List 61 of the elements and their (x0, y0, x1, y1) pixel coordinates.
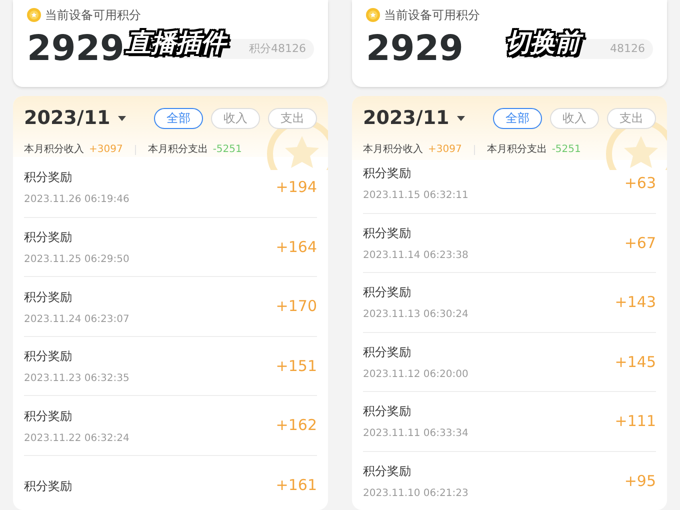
record-date: 2023.11.13 06:30:24 (363, 308, 468, 322)
filter-tab[interactable]: 全部 (493, 108, 542, 129)
record-date: 2023.11.26 06:19:46 (24, 193, 130, 206)
record-date: 2023.11.24 06:23:07 (24, 312, 130, 326)
overlay-caption: 切换前 (502, 24, 588, 62)
balance-value: 2929 (27, 29, 124, 71)
record-date: 2023.11.12 06:20:00 (363, 368, 468, 381)
expense-label: 本月积分支出 (148, 142, 208, 158)
caret-icon (118, 116, 126, 121)
record-title: 积分奖励 (24, 230, 73, 246)
record-date: 2023.11.23 06:32:35 (24, 372, 130, 386)
filter-tab[interactable]: 支出 (607, 108, 656, 129)
month-picker[interactable]: 2023/11 (24, 104, 126, 132)
income-value: +3097 (428, 143, 462, 158)
record-amount: +145 (614, 352, 656, 372)
record-amount: +164 (276, 236, 317, 258)
record-title: 积分奖励 (24, 478, 72, 494)
record-title: 积分奖励 (24, 408, 73, 424)
record-amount: +143 (614, 292, 656, 313)
record-title: 积分奖励 (363, 285, 412, 300)
record-title: 积分奖励 (24, 170, 73, 186)
record-date: 2023.11.25 06:29:50 (24, 253, 130, 266)
record-title: 积分奖励 (24, 290, 73, 305)
record-date: 2023.11.14 06:23:38 (363, 248, 468, 262)
coin-icon (366, 8, 380, 22)
record-amount: +67 (624, 232, 656, 254)
expense-label: 本月积分支出 (486, 142, 547, 158)
record-date: 2023.11.10 06:21:23 (363, 486, 468, 500)
filter-tab[interactable]: 全部 (154, 108, 203, 129)
month-picker[interactable]: 2023/11 (363, 104, 466, 132)
record-title: 积分奖励 (24, 349, 73, 364)
balance-value: 2929 (366, 28, 464, 71)
record-title: 积分奖励 (363, 464, 412, 479)
income-value: +3097 (89, 143, 123, 158)
filter-tab[interactable]: 支出 (268, 108, 317, 129)
record-title: 积分奖励 (363, 404, 412, 420)
caret-icon (457, 116, 466, 121)
record-title: 积分奖励 (363, 344, 412, 360)
filter-tab[interactable]: 收入 (211, 108, 260, 129)
record-amount: +162 (276, 415, 317, 436)
record-title: 积分奖励 (363, 166, 412, 181)
expense-value: -5251 (552, 143, 581, 158)
record-amount: +161 (276, 474, 317, 496)
record-amount: +194 (276, 176, 317, 198)
income-label: 本月积分收入 (24, 142, 84, 158)
record-amount: +151 (276, 356, 317, 377)
income-label: 本月积分收入 (363, 142, 423, 158)
balance-label: 当前设备可用积分 (45, 7, 141, 24)
coin-icon (27, 8, 41, 22)
balance-label: 当前设备可用积分 (384, 7, 480, 24)
record-date: 2023.11.22 06:32:24 (24, 432, 130, 445)
record-amount: +111 (614, 411, 656, 432)
record-amount: +63 (624, 172, 656, 194)
record-amount: +170 (276, 296, 317, 318)
filter-tab[interactable]: 收入 (550, 108, 599, 129)
record-date: 2023.11.15 06:32:11 (363, 188, 468, 202)
record-date: 2023.11.11 06:33:34 (363, 427, 468, 440)
record-amount: +95 (624, 470, 656, 492)
overlay-caption: 直播插件 (123, 24, 234, 62)
expense-value: -5251 (212, 143, 242, 158)
record-title: 积分奖励 (363, 226, 412, 241)
